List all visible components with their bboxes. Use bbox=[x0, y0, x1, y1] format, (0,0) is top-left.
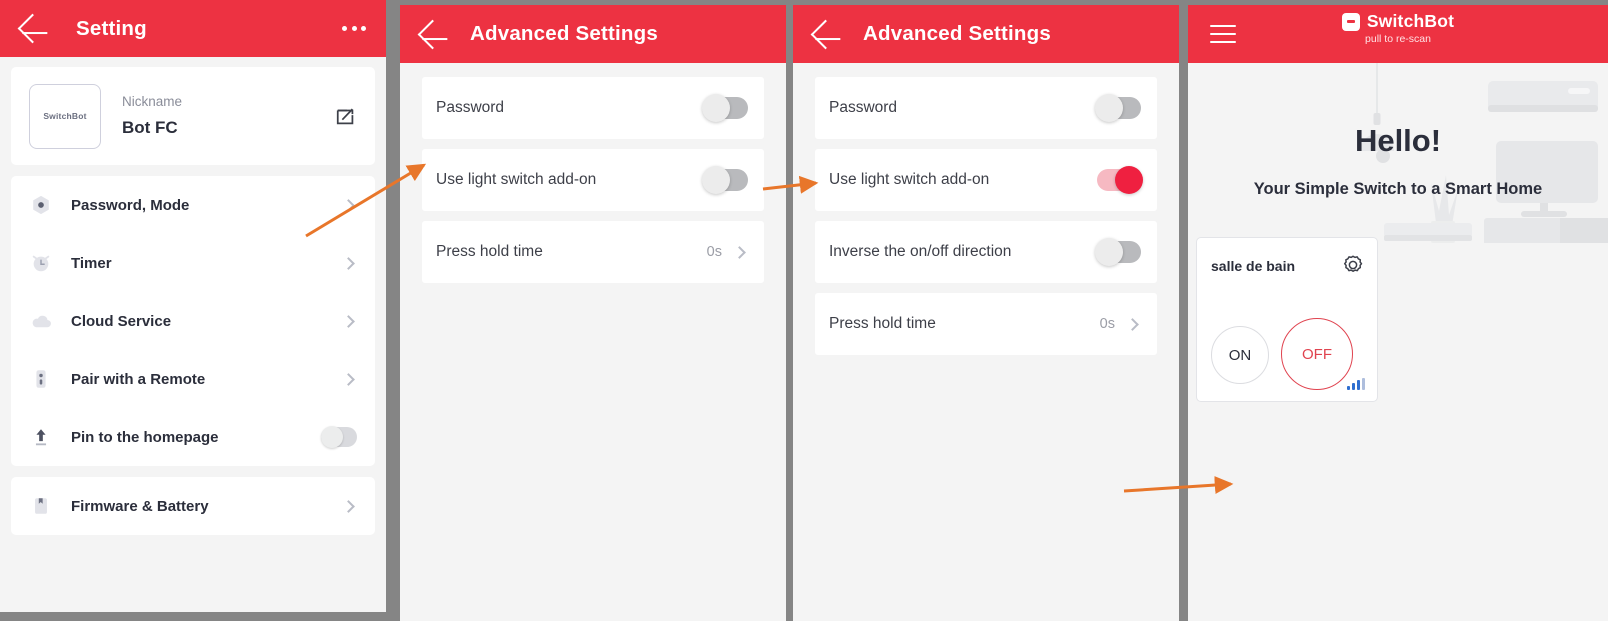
panel-switchbot-home: SwitchBot pull to re-scan Hello! Your Si… bbox=[1188, 5, 1608, 621]
setting-row-password[interactable]: Password bbox=[815, 77, 1157, 139]
setting-row-light-switch-addon[interactable]: Use light switch add-on bbox=[815, 149, 1157, 211]
device-on-button[interactable]: ON bbox=[1211, 326, 1269, 384]
menu-item-label: Pin to the homepage bbox=[71, 428, 219, 446]
bookmark-battery-icon bbox=[29, 494, 53, 518]
menu-item-timer[interactable]: Timer bbox=[11, 234, 375, 292]
setting-row-press-hold-time[interactable]: Press hold time 0s bbox=[422, 221, 764, 283]
menu-item-label: Timer bbox=[71, 254, 112, 272]
light-switch-addon-toggle[interactable] bbox=[1097, 166, 1143, 194]
alarm-clock-icon bbox=[29, 251, 53, 275]
chevron-right-icon bbox=[342, 499, 355, 513]
inverse-direction-toggle[interactable] bbox=[1095, 238, 1141, 266]
edit-pencil-icon[interactable] bbox=[335, 105, 357, 127]
chevron-right-icon bbox=[733, 245, 746, 259]
off-label: OFF bbox=[1302, 345, 1332, 363]
remote-control-icon bbox=[29, 367, 53, 391]
nickname-value: Bot FC bbox=[122, 118, 178, 137]
panel3-body: Password Use light switch add-on Inverse… bbox=[793, 63, 1179, 355]
setting-row-press-hold-time[interactable]: Press hold time 0s bbox=[815, 293, 1157, 355]
setting-row-label: Press hold time bbox=[436, 243, 543, 260]
light-switch-addon-toggle[interactable] bbox=[702, 166, 748, 194]
page-title: Advanced Settings bbox=[470, 22, 658, 45]
menu-item-pair-remote[interactable]: Pair with a Remote bbox=[11, 350, 375, 408]
device-off-button[interactable]: OFF bbox=[1281, 318, 1353, 390]
chevron-right-icon bbox=[1126, 317, 1139, 331]
panel-advanced-settings-after: Advanced Settings Password Use light swi… bbox=[793, 5, 1179, 621]
signal-strength-icon bbox=[1347, 378, 1365, 390]
hamburger-menu-icon[interactable] bbox=[1210, 24, 1236, 44]
setting-row-label: Use light switch add-on bbox=[829, 171, 990, 188]
setting-row-password[interactable]: Password bbox=[422, 77, 764, 139]
back-button[interactable] bbox=[400, 5, 458, 63]
nickname-texts: Nickname Bot FC bbox=[122, 94, 335, 138]
device-thumbnail-label: SwitchBot bbox=[43, 111, 87, 121]
menu-item-label: Password, Mode bbox=[71, 196, 190, 214]
back-button[interactable] bbox=[0, 0, 58, 57]
page-title: Setting bbox=[76, 16, 147, 40]
panel2-body: Password Use light switch add-on Press h… bbox=[400, 63, 786, 283]
device-thumbnail: SwitchBot bbox=[29, 83, 101, 149]
nickname-label: Nickname bbox=[122, 94, 183, 109]
panel4-header: SwitchBot pull to re-scan bbox=[1188, 5, 1608, 63]
panel1-body: SwitchBot Nickname Bot FC Password, Mode… bbox=[0, 57, 386, 535]
settings-menu-card: Password, Mode Timer Cloud Service Pair … bbox=[11, 176, 375, 466]
cloud-icon bbox=[29, 309, 53, 333]
menu-item-label: Firmware & Battery bbox=[71, 497, 209, 515]
page-title: Advanced Settings bbox=[863, 22, 1051, 45]
device-card-name: salle de bain bbox=[1211, 258, 1296, 274]
password-toggle[interactable] bbox=[1095, 94, 1141, 122]
press-hold-time-value: 0s bbox=[1099, 316, 1115, 332]
back-arrow-icon bbox=[17, 13, 47, 44]
panel3-header: Advanced Settings bbox=[793, 5, 1179, 63]
back-button[interactable] bbox=[793, 5, 851, 63]
switchbot-logo-icon bbox=[1341, 12, 1360, 31]
tagline-text: Your Simple Switch to a Smart Home bbox=[1253, 180, 1543, 198]
upload-arrow-icon bbox=[29, 425, 53, 449]
chevron-right-icon bbox=[342, 198, 355, 212]
device-card[interactable]: salle de bain ON OFF bbox=[1196, 237, 1378, 402]
gear-icon[interactable] bbox=[1341, 253, 1365, 282]
greeting-text: Hello! bbox=[1354, 123, 1442, 158]
panel2-header: Advanced Settings bbox=[400, 5, 786, 63]
panel-advanced-settings-before: Advanced Settings Password Use light swi… bbox=[400, 5, 786, 621]
hero-section: Hello! Your Simple Switch to a Smart Hom… bbox=[1188, 63, 1608, 243]
firmware-card: Firmware & Battery bbox=[11, 477, 375, 535]
menu-item-cloud-service[interactable]: Cloud Service bbox=[11, 292, 375, 350]
back-arrow-icon bbox=[417, 19, 447, 49]
on-label: ON bbox=[1228, 346, 1252, 364]
brand-subtitle: pull to re-scan bbox=[1365, 33, 1431, 45]
menu-item-label: Cloud Service bbox=[71, 312, 172, 330]
password-toggle[interactable] bbox=[702, 94, 748, 122]
menu-item-password-mode[interactable]: Password, Mode bbox=[11, 176, 375, 234]
brand-line: SwitchBot bbox=[1341, 11, 1455, 32]
pin-homepage-toggle[interactable] bbox=[321, 426, 357, 448]
setting-row-label: Inverse the on/off direction bbox=[829, 243, 1012, 260]
setting-row-light-switch-addon[interactable]: Use light switch add-on bbox=[422, 149, 764, 211]
brand-block: SwitchBot pull to re-scan bbox=[1188, 11, 1608, 45]
setting-row-label: Password bbox=[829, 99, 898, 116]
setting-row-label: Use light switch add-on bbox=[436, 171, 597, 188]
chevron-right-icon bbox=[342, 256, 355, 270]
back-arrow-icon bbox=[810, 19, 840, 49]
chevron-right-icon bbox=[342, 372, 355, 386]
brand-name: SwitchBot bbox=[1366, 11, 1455, 31]
chevron-right-icon bbox=[342, 314, 355, 328]
more-options-icon[interactable] bbox=[342, 26, 366, 31]
press-hold-time-value: 0s bbox=[706, 244, 722, 260]
panel1-header: Setting bbox=[0, 0, 386, 57]
gear-hexagon-icon bbox=[29, 193, 53, 217]
panel-setting: Setting SwitchBot Nickname Bot FC Passwo… bbox=[0, 0, 386, 612]
menu-item-firmware-battery[interactable]: Firmware & Battery bbox=[11, 477, 375, 535]
setting-row-label: Password bbox=[436, 99, 505, 116]
menu-item-label: Pair with a Remote bbox=[71, 370, 206, 388]
menu-item-pin-homepage[interactable]: Pin to the homepage bbox=[11, 408, 375, 466]
setting-row-inverse-direction[interactable]: Inverse the on/off direction bbox=[815, 221, 1157, 283]
setting-row-label: Press hold time bbox=[829, 315, 936, 332]
device-nickname-card: SwitchBot Nickname Bot FC bbox=[11, 67, 375, 165]
screenshot-stage: Setting SwitchBot Nickname Bot FC Passwo… bbox=[0, 0, 1608, 621]
